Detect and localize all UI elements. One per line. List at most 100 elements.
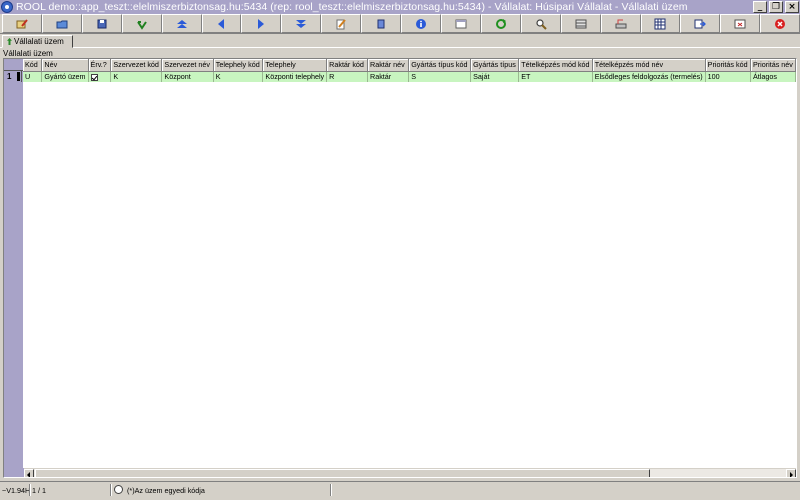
column-header[interactable]: Név [41, 59, 89, 72]
scroll-thumb[interactable] [35, 469, 650, 477]
status-hint: (*)Az üzem egyedi kódja [127, 486, 205, 495]
tab-label: Vállalati üzem [14, 37, 64, 46]
export-icon [694, 19, 707, 28]
row-indicator[interactable]: 1 [5, 71, 22, 82]
status-radio[interactable] [114, 485, 123, 494]
refresh-icon [495, 18, 506, 29]
window-title: ROOL demo::app_teszt::elelmiszerbiztonsa… [16, 1, 688, 13]
column-header[interactable]: Prioritás név [750, 59, 796, 72]
panel-label: Vállalati üzem [3, 49, 53, 58]
search-icon [536, 18, 547, 30]
window-button[interactable] [440, 14, 481, 33]
column-header[interactable]: Gyártás típus [470, 59, 520, 72]
cell-tetelkepzes-mod-kod[interactable]: ET [518, 71, 593, 82]
cell-kod[interactable]: U [23, 71, 43, 82]
refresh-button[interactable] [480, 14, 521, 33]
column-header[interactable]: Telephely kód [213, 59, 264, 72]
table-row[interactable]: U Gyártó üzem K Központ K Központi telep… [23, 71, 796, 82]
info-button[interactable] [401, 14, 441, 33]
cell-gyartas-tipus[interactable]: Saját [470, 71, 520, 82]
header-row: Kód Név Érv.? Szervezet kód Szervezet né… [23, 59, 796, 72]
column-header[interactable]: Tételképzés mód név [592, 59, 706, 72]
tab-strip: Vállalati üzem [0, 34, 800, 48]
restore-button[interactable]: ❐ [769, 1, 783, 13]
cell-raktar-nev[interactable]: Raktár [367, 71, 410, 82]
save-icon [97, 19, 107, 28]
cell-prioritas-nev[interactable]: Átlagos [750, 71, 796, 82]
column-header[interactable]: Raktár név [367, 59, 410, 72]
window-controls: _ ❐ × [753, 1, 799, 13]
first-record-button[interactable] [161, 14, 202, 33]
exit-window-icon [734, 19, 746, 28]
grid-corner[interactable] [4, 59, 23, 71]
column-header[interactable]: Telephely [262, 59, 328, 72]
status-divider [330, 484, 331, 496]
last-record-button[interactable] [281, 14, 322, 33]
export-button[interactable] [680, 14, 721, 33]
open-button[interactable] [41, 14, 82, 33]
column-header[interactable]: Gyártás típus kód [408, 59, 472, 72]
edit-wizard-icon [16, 18, 28, 28]
column-header[interactable]: Szervezet kód [110, 59, 163, 72]
copy-button[interactable] [361, 14, 402, 33]
edit-button[interactable] [321, 14, 362, 33]
toolbar [0, 14, 800, 34]
print-button[interactable] [600, 14, 641, 33]
cell-raktar-kod[interactable]: R [326, 71, 368, 82]
grid-button[interactable] [640, 14, 681, 33]
column-header[interactable]: Prioritás kód [705, 59, 751, 72]
close-button[interactable]: × [785, 1, 799, 13]
columns-button[interactable] [560, 14, 601, 33]
row-gutter: 1 [4, 59, 23, 469]
column-header[interactable]: Érv.? [88, 59, 112, 72]
columns-icon [575, 19, 587, 28]
previous-record-button[interactable] [201, 14, 242, 33]
scroll-left-button[interactable] [24, 469, 34, 477]
previous-record-icon [218, 18, 225, 29]
window-icon [455, 19, 467, 28]
edit-pencil-icon [336, 18, 346, 29]
tab-vallalati-uzem[interactable]: Vállalati üzem [2, 35, 73, 48]
data-grid: 1 Kód Név Érv.? Szervezet kód Szervezet … [3, 58, 797, 478]
title-bar: ROOL demo::app_teszt::elelmiszerbiztonsa… [0, 0, 800, 14]
cell-valid[interactable] [88, 71, 112, 82]
next-record-button[interactable] [241, 14, 282, 33]
up-arrow-icon [7, 38, 12, 45]
scrollbar-gutter [4, 468, 24, 477]
scroll-right-button[interactable] [786, 469, 796, 477]
status-divider [110, 484, 111, 496]
exit-button[interactable] [760, 14, 800, 33]
horizontal-scrollbar[interactable] [4, 468, 796, 477]
cell-szervezet-nev[interactable]: Központ [161, 71, 214, 82]
cell-telephely-kod[interactable]: K [213, 71, 264, 82]
search-button[interactable] [520, 14, 561, 33]
cell-szervezet-kod[interactable]: K [110, 71, 163, 82]
status-bar: ~V1.94H 1 / 1 (*)Az üzem egyedi kódja [0, 481, 800, 500]
edit-wizard-button[interactable] [2, 14, 42, 33]
open-folder-icon [56, 20, 68, 28]
info-icon [416, 18, 427, 29]
cell-gyartas-tipus-kod[interactable]: S [408, 71, 472, 82]
print-icon [615, 19, 627, 28]
cell-prioritas-kod[interactable]: 100 [705, 71, 751, 82]
last-record-icon [296, 19, 307, 28]
cell-tetelkepzes-mod-nev[interactable]: Elsődleges feldolgozás (termelés) [592, 71, 706, 82]
cell-nev[interactable]: Gyártó üzem [41, 71, 89, 82]
first-record-icon [176, 19, 187, 28]
status-divider [29, 484, 30, 496]
app-icon [1, 1, 13, 13]
next-record-icon [258, 18, 265, 29]
version-label: ~V1.94H [2, 486, 31, 495]
undo-button[interactable] [121, 14, 162, 33]
column-header[interactable]: Szervezet név [161, 59, 214, 72]
valid-checkbox[interactable] [90, 73, 98, 81]
column-header[interactable]: Raktár kód [326, 59, 368, 72]
column-header[interactable]: Tételképzés mód kód [518, 59, 593, 72]
minimize-button[interactable]: _ [753, 1, 767, 13]
copy-icon [377, 19, 385, 28]
exit-window-button[interactable] [720, 14, 761, 33]
cell-telephely[interactable]: Központi telephely [262, 71, 328, 82]
save-button[interactable] [81, 14, 122, 33]
exit-icon [775, 18, 786, 29]
column-header[interactable]: Kód [23, 59, 43, 72]
